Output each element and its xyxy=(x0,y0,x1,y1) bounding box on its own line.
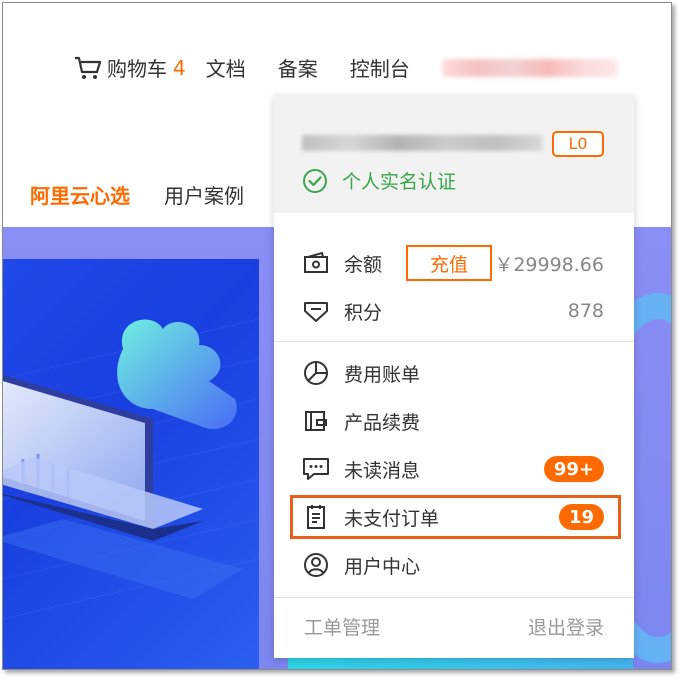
unread-count-badge: 99+ xyxy=(543,456,604,482)
account-name-blurred[interactable] xyxy=(441,58,618,77)
menu-item-label: 未读消息 xyxy=(344,459,421,482)
message-icon xyxy=(302,455,330,483)
balance-row: 余额 充值 ￥29998.66 xyxy=(302,245,604,281)
account-header: L0 个人实名认证 xyxy=(274,95,634,213)
banner-illustration xyxy=(3,259,260,669)
level-badge[interactable]: L0 xyxy=(552,131,604,157)
user-icon xyxy=(302,551,330,579)
wallet-icon xyxy=(302,407,330,435)
recharge-button[interactable]: 充值 xyxy=(406,245,493,281)
menu-item-messages[interactable]: 未读消息 99+ xyxy=(302,452,604,486)
subnav-item-selected[interactable]: 阿里云心选 xyxy=(30,180,130,209)
menu-item-label: 产品续费 xyxy=(344,411,421,434)
wallet-cash-icon xyxy=(302,249,330,277)
diamond-icon xyxy=(302,297,330,325)
top-nav: 购物车 4 文档 备案 控制台 xyxy=(73,53,618,82)
account-dropdown: L0 个人实名认证 余额 充值 ￥29998.66 积分 878 费用账单 产品… xyxy=(274,95,634,658)
console-link[interactable]: 控制台 xyxy=(350,53,410,82)
menu-item-user-center[interactable]: 用户中心 xyxy=(302,548,604,582)
balance-value: ￥29998.66 xyxy=(494,253,604,276)
cart-link[interactable]: 购物车 4 xyxy=(73,53,186,82)
cart-icon xyxy=(75,56,102,79)
points-row[interactable]: 积分 878 xyxy=(302,294,604,328)
menu-item-label: 用户中心 xyxy=(344,555,421,578)
logout-link[interactable]: 退出登录 xyxy=(528,613,604,640)
dropdown-divider xyxy=(274,341,634,342)
cart-count: 4 xyxy=(173,55,186,80)
menu-item-renewal[interactable]: 产品续费 xyxy=(302,404,604,438)
dropdown-divider xyxy=(274,597,634,598)
cart-label: 购物车 xyxy=(107,57,167,81)
account-username-blurred xyxy=(302,135,542,151)
laptop-cloud-illustration xyxy=(3,318,260,620)
docs-link[interactable]: 文档 xyxy=(206,53,246,82)
check-circle-icon xyxy=(303,168,327,193)
highlight-annotation xyxy=(290,495,621,539)
screenshot-frame: 购物车 4 文档 备案 控制台 阿里云心选 用户案例 L0 个人实名认证 余额 … xyxy=(2,2,672,670)
points-value: 878 xyxy=(567,300,604,322)
ticket-management-link[interactable]: 工单管理 xyxy=(304,613,380,640)
points-label: 积分 xyxy=(344,301,383,324)
real-name-verification[interactable]: 个人实名认证 xyxy=(302,167,456,194)
menu-item-bills[interactable]: 费用账单 xyxy=(302,356,604,390)
menu-item-label: 费用账单 xyxy=(344,363,421,386)
verify-label: 个人实名认证 xyxy=(342,171,457,193)
filing-link[interactable]: 备案 xyxy=(278,53,318,82)
subnav-item-cases[interactable]: 用户案例 xyxy=(164,180,244,209)
dropdown-footer: 工单管理 退出登录 xyxy=(304,613,604,640)
pie-chart-icon xyxy=(302,359,330,387)
sub-nav: 阿里云心选 用户案例 xyxy=(30,180,244,209)
balance-label: 余额 xyxy=(344,253,383,276)
